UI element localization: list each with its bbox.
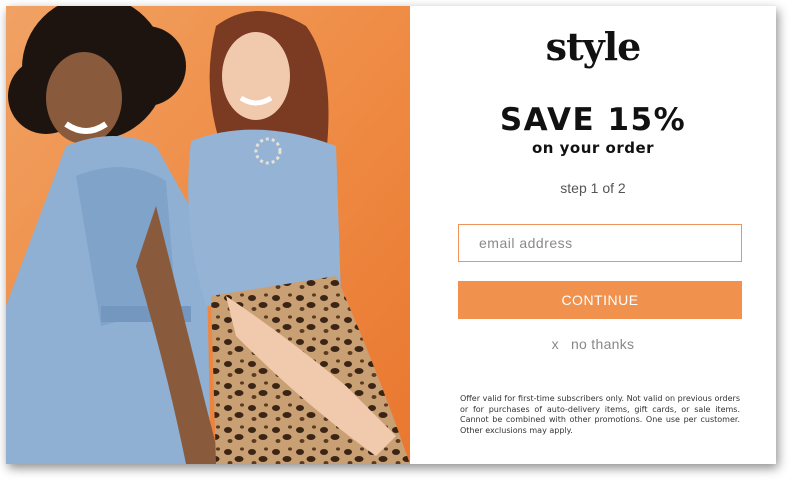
signup-panel: style SAVE 15% on your order step 1 of 2… bbox=[410, 6, 776, 464]
offer-subhead: on your order bbox=[531, 139, 655, 157]
fine-print: Offer valid for first-time subscribers o… bbox=[460, 394, 740, 435]
no-thanks-link[interactable]: x no thanks bbox=[410, 336, 776, 352]
hero-image bbox=[6, 6, 410, 464]
offer-headline: SAVE 15% bbox=[499, 102, 687, 138]
brand-logo: style bbox=[545, 24, 642, 69]
signup-modal: style SAVE 15% on your order step 1 of 2… bbox=[6, 6, 776, 464]
email-input[interactable] bbox=[458, 224, 742, 262]
no-thanks-label[interactable]: no thanks bbox=[571, 336, 634, 352]
step-indicator: step 1 of 2 bbox=[560, 180, 626, 196]
continue-button[interactable]: CONTINUE bbox=[458, 281, 742, 319]
close-icon[interactable]: x bbox=[552, 336, 559, 352]
